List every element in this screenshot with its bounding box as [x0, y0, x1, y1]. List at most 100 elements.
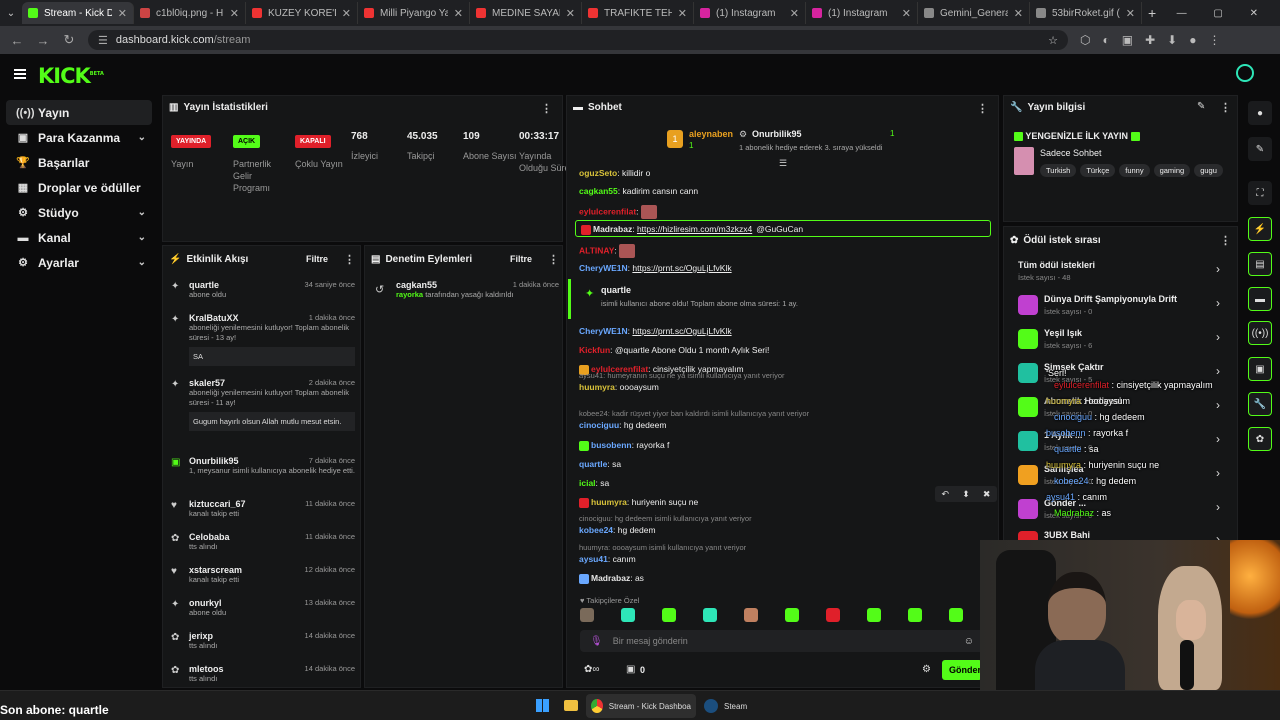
sidebar-item[interactable]: 🏆 Başarılar: [6, 150, 152, 175]
emote-icon[interactable]: [867, 608, 881, 622]
browser-tab[interactable]: (1) Instagram ✕: [806, 2, 918, 24]
chat-username[interactable]: Madrabaz: [591, 573, 630, 583]
chevron-right-icon[interactable]: ›: [1216, 330, 1220, 344]
delete-icon[interactable]: ✖: [983, 489, 991, 500]
extensions-puzzle-icon[interactable]: ✚: [1145, 33, 1155, 47]
sub-user[interactable]: quartle: [601, 285, 631, 295]
tag-chip[interactable]: gugu: [1194, 164, 1223, 177]
edit-icon[interactable]: ✎: [1248, 137, 1272, 161]
rewards-icon[interactable]: ✿: [1248, 427, 1272, 451]
chat-username[interactable]: cagkan55: [579, 186, 618, 196]
tab-close-icon[interactable]: ✕: [566, 7, 575, 20]
browser-tab[interactable]: MEDİNE SAYAN EV ✕: [470, 2, 582, 24]
reply-icon[interactable]: ↶: [942, 489, 950, 500]
emote-icon[interactable]: [621, 608, 635, 622]
sidebar-item[interactable]: ⚙ Ayarlar ⌄: [6, 250, 152, 275]
emote-icon[interactable]: [826, 608, 840, 622]
fullscreen-icon[interactable]: ⛶: [1248, 181, 1272, 205]
file-explorer-icon[interactable]: [564, 700, 578, 711]
menu-hamburger-icon[interactable]: [14, 69, 26, 79]
extension-icon[interactable]: ⬡: [1080, 33, 1090, 47]
chat-link[interactable]: https://prnt.sc/OguLjLfvKlk: [632, 263, 731, 273]
reload-icon[interactable]: ↻: [62, 32, 76, 48]
moderation-actor[interactable]: rayorka: [396, 290, 423, 299]
emote-icon[interactable]: [703, 608, 717, 622]
moderation-filter-button[interactable]: Filtre: [510, 254, 532, 264]
category-thumbnail[interactable]: [1014, 147, 1034, 175]
rewards-menu-icon[interactable]: ⋮: [1220, 234, 1231, 247]
chat-link[interactable]: https://prnt.sc/OguLjLfvKlk: [632, 326, 731, 336]
sidebar-item[interactable]: ▦ Droplar ve ödüller: [6, 175, 152, 200]
gift-gifter[interactable]: Onurbilik95: [752, 129, 802, 139]
moderation-menu-icon[interactable]: ⋮: [548, 253, 559, 266]
chevron-down-icon[interactable]: ⌄: [138, 207, 146, 218]
chat-menu-icon[interactable]: ⋮: [977, 102, 988, 115]
broadcast-icon[interactable]: ((•)): [1248, 321, 1272, 345]
microphone-icon[interactable]: 🎙: [590, 636, 603, 647]
chat-username[interactable]: CheryWE1N: [579, 326, 628, 336]
chat-username[interactable]: icial: [579, 478, 596, 488]
chevron-right-icon[interactable]: ›: [1216, 364, 1220, 378]
chat-username[interactable]: quartle: [579, 459, 607, 469]
browser-tab[interactable]: 53birRoket.gif (240 ✕: [1030, 2, 1142, 24]
chat-username[interactable]: huumyra: [579, 382, 615, 392]
browser-tab[interactable]: Stream - Kick Dashb ✕: [22, 2, 134, 24]
edit-pencil-icon[interactable]: ✎: [1197, 101, 1205, 112]
tab-close-icon[interactable]: ✕: [790, 7, 799, 20]
gift-top-user[interactable]: aleynaben: [689, 129, 733, 139]
chevron-right-icon[interactable]: ›: [1216, 296, 1220, 310]
kick-logo[interactable]: KICKBETA: [38, 64, 104, 88]
browser-tab[interactable]: Gemini_Generated_ ✕: [918, 2, 1030, 24]
chat-username[interactable]: cinociguu: [579, 420, 619, 430]
tab-close-icon[interactable]: ✕: [118, 7, 127, 20]
chat-username[interactable]: huumyra: [591, 497, 627, 507]
bolt-icon[interactable]: ⚡: [1248, 217, 1272, 241]
chat-username[interactable]: oguzSeto: [579, 168, 617, 178]
chat-settings-icon[interactable]: ⚙: [922, 664, 931, 675]
sidebar-item[interactable]: ⚙ Stüdyo ⌄: [6, 200, 152, 225]
back-icon[interactable]: ←: [10, 33, 24, 48]
chat-username[interactable]: Kickfun: [579, 345, 610, 355]
tab-close-icon[interactable]: ✕: [1014, 7, 1023, 20]
tag-chip[interactable]: funny: [1119, 164, 1150, 177]
url-field[interactable]: ☰ dashboard.kick.com/stream ☆: [88, 30, 1068, 50]
tab-close-icon[interactable]: ✕: [678, 7, 687, 20]
points-icon[interactable]: ✿∞: [584, 664, 600, 675]
browser-tab[interactable]: KUZEY KORE'DEN G ✕: [246, 2, 358, 24]
bookmark-star-icon[interactable]: ☆: [1048, 34, 1058, 47]
layout-icon[interactable]: ▣: [1248, 357, 1272, 381]
stats-menu-icon[interactable]: ⋮: [541, 102, 552, 115]
browser-tab[interactable]: Milli Piyango Yalanı ✕: [358, 2, 470, 24]
pin-icon[interactable]: ☰: [779, 158, 787, 169]
emote-icon[interactable]: [949, 608, 963, 622]
emote-icon[interactable]: [785, 608, 799, 622]
tab-close-icon[interactable]: ✕: [342, 7, 351, 20]
tag-chip[interactable]: Türkçe: [1080, 164, 1116, 177]
new-tab-button[interactable]: +: [1148, 5, 1156, 21]
chat-username[interactable]: eylulcerenfilat: [579, 206, 636, 216]
wrench-icon[interactable]: 🔧: [1248, 392, 1272, 416]
site-info-icon[interactable]: ☰: [98, 34, 108, 47]
chat-username[interactable]: Madrabaz: [593, 224, 632, 234]
extension-icon[interactable]: ◐: [1102, 33, 1109, 47]
chevron-down-icon[interactable]: ⌄: [138, 257, 146, 268]
tag-chip[interactable]: Turkish: [1040, 164, 1077, 177]
emoji-icon[interactable]: ☺: [964, 636, 974, 647]
tab-close-icon[interactable]: ✕: [230, 7, 239, 20]
notes-icon[interactable]: ▤: [1248, 252, 1272, 276]
forward-icon[interactable]: →: [36, 33, 50, 48]
emote-icon[interactable]: [662, 608, 676, 622]
emote-icon[interactable]: [580, 608, 594, 622]
taskbar-app-chrome[interactable]: Stream - Kick Dashboa: [586, 694, 696, 718]
chat-input[interactable]: 🎙 Bir mesaj gönderin ☺: [580, 630, 984, 652]
start-windows-icon[interactable]: [536, 699, 549, 712]
chat-username[interactable]: aysu41: [579, 554, 608, 564]
chevron-down-icon[interactable]: ⌄: [138, 232, 146, 243]
tab-close-icon[interactable]: ✕: [454, 7, 463, 20]
chevron-down-icon[interactable]: ⌄: [138, 132, 146, 143]
rewards-icon[interactable]: ▣: [626, 664, 635, 675]
browser-tab[interactable]: TRAFİKTE TEHLİKE ✕: [582, 2, 694, 24]
emote-icon[interactable]: [908, 608, 922, 622]
extension-icon[interactable]: ▣: [1122, 33, 1133, 47]
chat-username[interactable]: busobenn: [591, 440, 632, 450]
